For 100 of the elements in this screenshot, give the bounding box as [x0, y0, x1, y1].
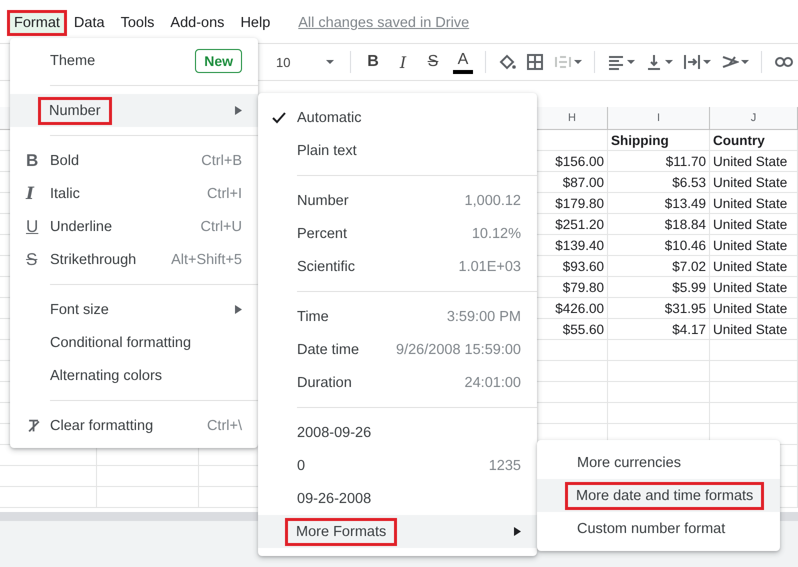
- menu-tab[interactable]: Data: [68, 12, 111, 34]
- menu-item[interactable]: Percent 10.12%: [258, 217, 537, 250]
- paint-bucket-icon: [498, 53, 516, 71]
- menu-item[interactable]: Theme New: [10, 44, 258, 77]
- table-cell: $6.53: [672, 174, 706, 190]
- menu-item[interactable]: Alternating colors: [10, 359, 258, 392]
- format-glyph: B: [26, 150, 38, 170]
- menu-item[interactable]: I Italic Ctrl+I: [10, 177, 258, 210]
- menu-tab[interactable]: Add-ons: [164, 12, 230, 34]
- table-cell: $156.00: [555, 154, 604, 168]
- menu-item[interactable]: B Bold Ctrl+B: [10, 144, 258, 177]
- table-cell: $11.70: [666, 154, 706, 168]
- table-cell: United State: [713, 322, 788, 336]
- font-size-dropdown[interactable]: 10: [270, 54, 340, 70]
- column-header[interactable]: H: [568, 112, 576, 124]
- menu-item[interactable]: 09-26-2008: [258, 482, 537, 515]
- clear-formatting-icon: [26, 418, 42, 434]
- format-glyph: U: [26, 216, 38, 236]
- menu-item[interactable]: Conditional formatting: [10, 326, 258, 359]
- caret-icon: [741, 60, 749, 64]
- format-example: 10.12%: [472, 226, 521, 242]
- menu-item[interactable]: Plain text: [258, 134, 537, 167]
- caret-icon: [627, 60, 635, 64]
- format-example: 1,000.12: [464, 192, 521, 208]
- menu-item[interactable]: 2008-09-26: [258, 416, 537, 449]
- shortcut-text: Ctrl+\: [206, 418, 242, 434]
- menu-item[interactable]: Scientific 1.01E+03: [258, 250, 537, 283]
- table-cell: $7.02: [672, 258, 706, 274]
- menu-item[interactable]: Clear formatting Ctrl+\: [10, 409, 258, 442]
- table-cell: $4.17: [672, 322, 706, 336]
- format-glyph: S: [26, 250, 38, 270]
- menu-item[interactable]: More date and time formats: [537, 479, 780, 512]
- highlight-box: Number: [41, 100, 109, 122]
- new-badge: New: [195, 48, 242, 72]
- format-glyph: I: [26, 184, 34, 204]
- menu-item[interactable]: U Underline Ctrl+U: [10, 210, 258, 243]
- table-cell: United State: [713, 174, 788, 190]
- merge-cells-icon: [554, 53, 572, 71]
- menu-item[interactable]: Number 1,000.12: [258, 184, 537, 217]
- table-cell: $18.84: [664, 216, 706, 232]
- bold-button[interactable]: B: [361, 48, 385, 76]
- menu-item[interactable]: More currencies: [537, 446, 780, 479]
- rotate-text-icon: [721, 53, 739, 71]
- format-example: 1.01E+03: [458, 258, 521, 274]
- menu-item[interactable]: Custom number format: [537, 512, 780, 545]
- shortcut-text: Ctrl+I: [206, 186, 242, 202]
- table-cell: United State: [713, 196, 788, 210]
- format-example: 9/26/2008 15:59:00: [396, 342, 521, 358]
- menu-item[interactable]: Font size: [10, 293, 258, 326]
- table-cell: Country: [713, 132, 765, 148]
- shortcut-text: Ctrl+U: [200, 218, 242, 234]
- column-header[interactable]: J: [750, 112, 756, 124]
- grid-icon: [526, 53, 544, 71]
- table-cell: $93.60: [562, 258, 604, 274]
- menu-item[interactable]: Number: [10, 94, 258, 127]
- menu-item[interactable]: S Strikethrough Alt+Shift+5: [10, 243, 258, 276]
- table-cell: $55.60: [562, 322, 604, 336]
- menu-item[interactable]: 0 1235: [258, 449, 537, 482]
- table-cell: $426.00: [555, 300, 604, 316]
- menu-item[interactable]: More Formats: [258, 515, 537, 548]
- table-cell: $5.99: [672, 280, 706, 294]
- table-cell: United State: [713, 216, 788, 232]
- menu-item[interactable]: Duration 24:01:00: [258, 366, 537, 399]
- column-header[interactable]: I: [656, 112, 660, 124]
- menu-item[interactable]: Time 3:59:00 PM: [258, 300, 537, 333]
- menu-tab[interactable]: Tools: [114, 12, 160, 34]
- table-cell: $10.46: [664, 238, 706, 252]
- table-cell: $79.80: [562, 280, 604, 294]
- shortcut-text: Ctrl+B: [201, 152, 242, 168]
- table-cell: United State: [713, 280, 788, 294]
- table-cell: $13.49: [664, 196, 706, 210]
- table-cell: Shipping: [611, 132, 669, 148]
- table-cell: $31.95: [664, 300, 706, 316]
- caret-icon: [703, 60, 711, 64]
- table-cell: $87.00: [562, 174, 604, 190]
- save-status-link[interactable]: All changes saved in Drive: [298, 15, 470, 31]
- highlight-box: More date and time formats: [568, 484, 762, 506]
- text-color-button[interactable]: A: [451, 48, 475, 76]
- caret-icon: [665, 60, 673, 64]
- format-example: 3:59:00 PM: [446, 308, 521, 324]
- table-cell: United State: [713, 300, 788, 316]
- caret-icon: [574, 60, 582, 64]
- format-example: 24:01:00: [464, 374, 521, 390]
- menu-item[interactable]: Automatic: [258, 101, 537, 134]
- caret-icon: [326, 60, 334, 64]
- borders-button[interactable]: [524, 51, 546, 73]
- menu-item[interactable]: Date time 9/26/2008 15:59:00: [258, 333, 537, 366]
- table-cell: $179.80: [555, 196, 604, 210]
- align-left-icon: [607, 53, 625, 71]
- strikethrough-button[interactable]: S: [421, 48, 445, 76]
- shortcut-text: Alt+Shift+5: [171, 252, 242, 268]
- highlight-box: More Formats: [288, 520, 394, 542]
- italic-button[interactable]: I: [391, 48, 415, 76]
- format-example: 1235: [488, 458, 521, 474]
- table-cell: United State: [713, 258, 788, 274]
- menu-tab[interactable]: Help: [234, 12, 276, 34]
- menu-tab[interactable]: Format: [10, 12, 64, 34]
- table-cell: $251.20: [555, 216, 604, 232]
- table-cell: United State: [713, 154, 788, 168]
- table-cell: United State: [713, 238, 788, 252]
